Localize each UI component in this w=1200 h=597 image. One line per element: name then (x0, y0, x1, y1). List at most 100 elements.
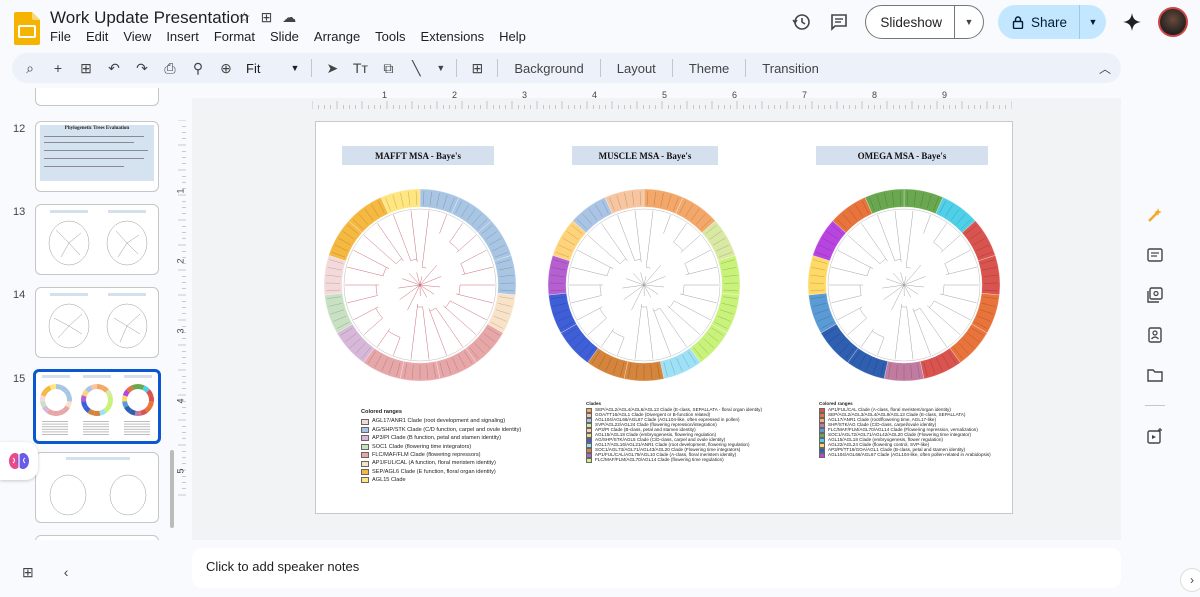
menu-arrange[interactable]: Arrange (314, 29, 360, 44)
collapse-filmstrip-icon[interactable]: ‹ (64, 564, 69, 581)
menu-file[interactable]: File (50, 29, 71, 44)
paint-format-icon[interactable]: ⚲ (190, 60, 206, 77)
slideshow-button[interactable]: Slideshow ▼ (865, 5, 984, 39)
menu-view[interactable]: View (123, 29, 151, 44)
ruler-mark: 5 (175, 468, 186, 474)
ruler-labels: 1 2 3 4 5 6 7 8 9 (312, 90, 1012, 102)
account-avatar[interactable] (1158, 7, 1188, 37)
slide-number: 15 (13, 373, 26, 385)
gemini-brain-icon[interactable] (0, 442, 38, 480)
menu-format[interactable]: Format (214, 29, 255, 44)
gemini-magic-icon[interactable] (1145, 205, 1165, 225)
collapse-toolbar-icon[interactable]: ︿ (1099, 60, 1111, 77)
line-tool-icon[interactable]: ╲ (408, 60, 424, 77)
contacts-icon[interactable] (1145, 325, 1165, 345)
undo-icon[interactable]: ↶ (106, 60, 122, 77)
slideshow-label[interactable]: Slideshow (866, 6, 955, 38)
zoom-value: Fit (246, 60, 261, 76)
redo-icon[interactable]: ↷ (134, 60, 150, 77)
version-history-icon[interactable] (789, 10, 813, 34)
legend-label: SOC1 Clade (flowering time integrators) (372, 443, 472, 450)
slide-thumbnail-14[interactable] (35, 287, 159, 358)
slide-thumbnail-13[interactable] (35, 204, 159, 275)
print-icon[interactable]: ⎙ (162, 60, 178, 77)
legend-swatch (361, 460, 369, 467)
slideshow-dropdown-icon[interactable]: ▼ (955, 17, 983, 27)
add-ons-icon[interactable] (1145, 426, 1165, 446)
star-icon[interactable]: ☆ (238, 9, 251, 26)
menu-extensions[interactable]: Extensions (421, 29, 485, 44)
share-dropdown-icon[interactable]: ▼ (1080, 17, 1106, 27)
legend-swatch (361, 452, 369, 459)
slide-thumbnail[interactable] (35, 88, 159, 106)
ruler-mark: 2 (452, 90, 458, 100)
slide-thumbnail-16[interactable] (35, 452, 159, 523)
move-to-folder-icon[interactable]: ⊞ (261, 9, 273, 26)
ruler-mark: 5 (662, 90, 668, 100)
thumbnail-title: Phylogenetic Trees Evaluation (64, 126, 130, 131)
background-button[interactable]: Background (510, 61, 587, 76)
legend-label: AGL17/ANR1 Clade (root development and s… (372, 418, 506, 425)
filmstrip-scrollbar[interactable] (170, 450, 174, 528)
theme-button[interactable]: Theme (685, 61, 733, 76)
transition-button[interactable]: Transition (758, 61, 823, 76)
new-slide-layout-icon[interactable]: ⊞ (78, 60, 94, 77)
toolbar-divider (745, 59, 747, 77)
add-comment-icon[interactable]: ⊞ (469, 60, 485, 77)
tree-branches (345, 210, 495, 360)
photos-icon[interactable] (1145, 285, 1165, 305)
menu-tools[interactable]: Tools (375, 29, 405, 44)
line-dropdown-icon[interactable]: ▼ (436, 63, 445, 73)
ruler-mark: 4 (175, 398, 186, 404)
folder-icon[interactable] (1145, 365, 1165, 385)
thumbnail-ring-segment (52, 410, 60, 416)
panel-title: MUSCLE MSA - Baye's (572, 146, 718, 165)
menu-help[interactable]: Help (499, 29, 526, 44)
gemini-sparkle-icon[interactable] (1120, 10, 1144, 34)
zoom-icon[interactable]: ⊕ (218, 60, 234, 77)
speaker-notes[interactable]: Click to add speaker notes (192, 548, 1121, 588)
slide-thumbnail[interactable] (35, 535, 159, 540)
ruler-mark: 8 (872, 90, 878, 100)
grid-view-icon[interactable]: ⊞ (22, 564, 34, 581)
layout-button[interactable]: Layout (613, 61, 660, 76)
show-side-panel-icon[interactable]: › (1180, 568, 1200, 592)
main-toolbar: ⌕ + ⊞ ↶ ↷ ⎙ ⚲ ⊕ Fit ▼ ➤ Tт ⧉ ╲ ▼ ⊞ Backg… (12, 53, 1121, 83)
select-cursor-icon[interactable]: ➤ (324, 60, 340, 77)
slide-number: 13 (13, 206, 26, 218)
legend-item: AGL17/ANR1 Clade (root development and s… (361, 417, 521, 425)
comments-icon[interactable] (827, 10, 851, 34)
legend-item: FLC/MAF/FLM/AGL70/AGL14 Clade (flowering… (586, 457, 762, 463)
image-insert-icon[interactable]: ⧉ (380, 60, 396, 77)
rail-divider (1145, 405, 1165, 406)
menu-slide[interactable]: Slide (270, 29, 299, 44)
legend-swatch (361, 426, 369, 433)
keep-notes-icon[interactable] (1145, 245, 1165, 265)
cloud-saved-icon[interactable]: ☁ (282, 9, 296, 26)
menu-insert[interactable]: Insert (166, 29, 199, 44)
thumbnail-ring-segment (134, 410, 142, 416)
share-button[interactable]: Share ▼ (997, 5, 1106, 39)
text-box-icon[interactable]: Tт (352, 60, 368, 76)
slide-thumbnail-15-selected[interactable] (33, 369, 161, 444)
legend-swatch (361, 468, 369, 475)
circular-phylogenetic-tree (807, 188, 1001, 382)
new-slide-icon[interactable]: + (50, 60, 66, 76)
menu-bar: File Edit View Insert Format Slide Arran… (50, 29, 526, 44)
clade-legend: Clades SEP/AGL2/AGL4/AGL6/AGL13 Clade (E-… (586, 401, 762, 463)
slides-logo-icon[interactable] (14, 12, 40, 45)
document-title[interactable]: Work Update Presentation (50, 8, 249, 28)
legend-label: AP1/FUL/CAL (A function, floral meristem… (372, 460, 496, 467)
slide-thumbnail-12[interactable]: Phylogenetic Trees Evaluation (35, 121, 159, 192)
speaker-notes-placeholder[interactable]: Click to add speaker notes (206, 559, 359, 574)
menu-edit[interactable]: Edit (86, 29, 108, 44)
current-slide[interactable]: MAFFT MSA - Baye's Colored ranges AGL17/AN… (315, 121, 1013, 514)
toolbar-divider (599, 59, 601, 77)
legend-swatch (361, 418, 369, 425)
zoom-select[interactable]: Fit ▼ (246, 61, 299, 76)
panel-title: OMEGA MSA - Baye's (816, 146, 988, 165)
ruler-mark: 4 (592, 90, 598, 100)
legend-item: AGL104/AGL66/AGL67 Clade (AGL104-like, o… (819, 452, 991, 458)
legend-item: AGL15 Clade (361, 476, 521, 484)
search-menus-icon[interactable]: ⌕ (22, 60, 38, 77)
